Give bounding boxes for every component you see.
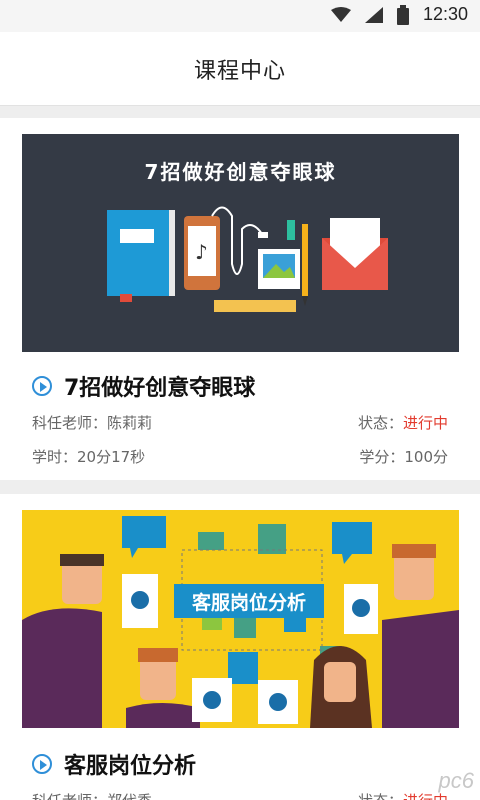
status-bar: 12:30 (0, 0, 480, 32)
course-banner-image[interactable]: 7招做好创意夺眼球 ♪ (22, 134, 459, 352)
course-title-row[interactable]: 7招做好创意夺眼球 (32, 370, 255, 402)
course-title-row[interactable]: 客服岗位分析 (32, 748, 196, 780)
credit-label: 学分：100分 (359, 448, 448, 466)
status-info: 状态：进行中 (358, 790, 448, 800)
wifi-icon (330, 6, 351, 22)
hours-label: 学时：20分17秒 (32, 448, 146, 466)
course-banner-image[interactable]: 客服岗位分析 (22, 510, 459, 728)
course-title: 7招做好创意夺眼球 (64, 376, 256, 401)
banner-illustration (22, 516, 459, 728)
watermark-logo: pc6 (438, 768, 474, 793)
banner-text: 客服岗位分析 (174, 584, 324, 618)
status-badge: 进行中 (402, 414, 448, 432)
course-card[interactable]: 7招做好创意夺眼球 ♪ 7招做好创意夺眼球 科任老师：陈莉莉 状态：进行中 学时… (0, 118, 480, 480)
course-card[interactable]: 客服岗位分析 客服岗位分析 科任老师：郑代秀 状态：进行中 (0, 494, 480, 800)
status-info: 状态：进行中 (358, 412, 448, 433)
app-header: 课程中心 (0, 32, 480, 106)
battery-icon (396, 4, 409, 25)
clock: 12:30 (422, 4, 468, 24)
banner-illustration: ♪ (107, 206, 388, 312)
teacher-label: 科任老师：陈莉莉 (32, 414, 153, 432)
play-icon (32, 754, 52, 774)
status-label: 状态： (358, 792, 403, 800)
teacher-label: 科任老师：郑代秀 (32, 790, 152, 800)
signal-icon (364, 6, 383, 23)
course-title: 客服岗位分析 (64, 754, 197, 779)
page-title: 课程中心 (193, 58, 286, 84)
svg-text:♪: ♪ (195, 240, 208, 264)
play-icon (32, 376, 52, 396)
status-label: 状态： (357, 414, 403, 432)
